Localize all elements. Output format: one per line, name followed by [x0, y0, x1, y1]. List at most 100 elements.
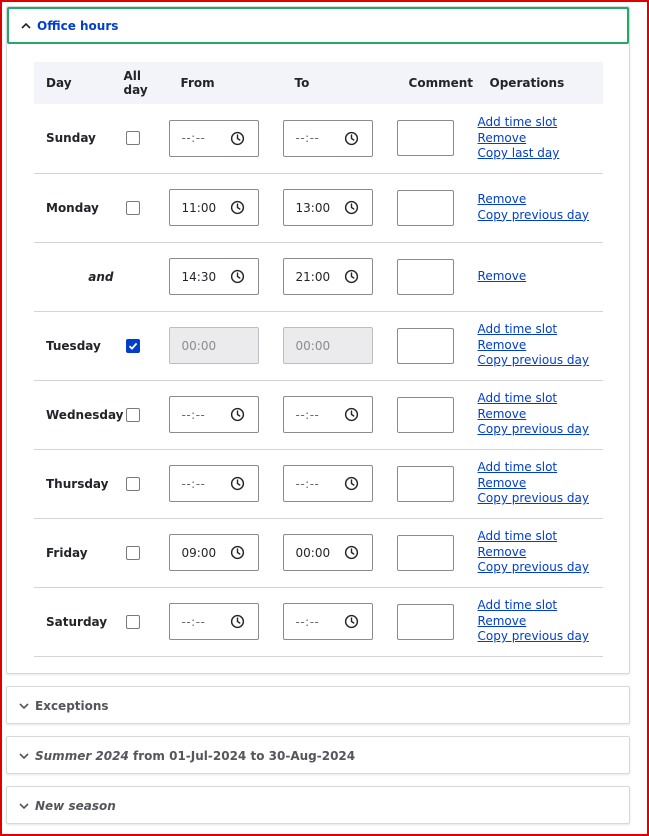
- all-day-checkbox[interactable]: [125, 614, 140, 629]
- clock-icon[interactable]: [344, 476, 359, 491]
- copy-previous-day-link[interactable]: Copy previous day: [478, 208, 603, 224]
- summer-season-end: 30-Aug-2024: [268, 749, 356, 763]
- comment-input[interactable]: [396, 603, 454, 640]
- operations: Add time slot Remove Copy previous day: [478, 529, 603, 576]
- remove-link[interactable]: Remove: [478, 476, 603, 492]
- add-time-slot-link[interactable]: Add time slot: [478, 529, 603, 545]
- clock-icon[interactable]: [344, 407, 359, 422]
- copy-previous-day-link[interactable]: Copy previous day: [478, 491, 603, 507]
- day-name: Wednesday: [46, 407, 124, 422]
- clock-icon[interactable]: [230, 614, 245, 629]
- comment-input[interactable]: [396, 120, 454, 157]
- new-season-title: New season: [35, 799, 116, 813]
- from-time-input[interactable]: --:--: [168, 119, 259, 157]
- summer-season-details: Summer 2024 from 01-Jul-2024 to 30-Aug-2…: [6, 736, 630, 774]
- remove-link[interactable]: Remove: [478, 614, 603, 630]
- clock-icon[interactable]: [230, 200, 245, 215]
- comment-input[interactable]: [396, 258, 454, 295]
- to-time-input[interactable]: --:--: [282, 465, 373, 502]
- operations: Add time slot Remove Copy previous day: [478, 391, 603, 438]
- clock-icon[interactable]: [230, 407, 245, 422]
- office-hours-details: Office hours Day All day From To Comment…: [6, 6, 630, 674]
- clock-icon[interactable]: [230, 476, 245, 491]
- operations: Add time slot Remove Copy previous day: [478, 460, 603, 507]
- chevron-up-icon: [20, 20, 32, 32]
- all-day-checkbox[interactable]: [125, 200, 140, 215]
- copy-previous-day-link[interactable]: Copy previous day: [478, 353, 603, 369]
- from-time-input[interactable]: --:--: [168, 396, 259, 433]
- clock-icon[interactable]: [344, 269, 359, 284]
- to-time-input[interactable]: --:--: [282, 396, 373, 433]
- chevron-down-icon: [18, 800, 30, 812]
- remove-link[interactable]: Remove: [478, 131, 603, 147]
- all-day-checkbox[interactable]: [125, 407, 140, 422]
- all-day-checkbox[interactable]: [125, 131, 140, 146]
- table-row: Saturday --:-- --:-- Add time slot Remove Cop…: [34, 587, 603, 656]
- remove-link[interactable]: Remove: [478, 545, 603, 561]
- add-time-slot-link[interactable]: Add time slot: [478, 460, 603, 476]
- remove-link[interactable]: Remove: [478, 192, 603, 208]
- copy-last-day-link[interactable]: Copy last day: [478, 146, 603, 162]
- to-time-value: 00:00: [295, 338, 331, 353]
- clock-icon[interactable]: [344, 200, 359, 215]
- all-day-cell: [124, 173, 169, 242]
- column-header-to: To: [294, 76, 310, 90]
- from-time-input[interactable]: --:--: [168, 465, 259, 502]
- comment-input[interactable]: [396, 465, 454, 502]
- operations: Add time slot Remove Copy last day: [478, 115, 603, 162]
- from-time-input[interactable]: 14:30: [168, 258, 259, 295]
- all-day-cell: [124, 311, 169, 380]
- checkmark-icon: [128, 341, 138, 351]
- summer-season-summary[interactable]: Summer 2024 from 01-Jul-2024 to 30-Aug-2…: [7, 737, 629, 775]
- chevron-down-icon: [18, 700, 30, 712]
- comment-input[interactable]: [396, 534, 454, 571]
- table-row: Wednesday --:-- --:-- Add time slot Remove Co…: [34, 380, 603, 449]
- clock-icon[interactable]: [230, 269, 245, 284]
- clock-icon[interactable]: [344, 614, 359, 629]
- from-time-input[interactable]: 09:00: [168, 534, 259, 571]
- day-name: Tuesday: [46, 338, 101, 353]
- remove-link[interactable]: Remove: [478, 338, 603, 354]
- column-header-comment: Comment: [408, 76, 473, 90]
- new-season-details: New season: [6, 786, 630, 824]
- all-day-checkbox[interactable]: [125, 545, 140, 560]
- operations: Add time slot Remove Copy previous day: [478, 322, 603, 369]
- to-time-input[interactable]: 00:00: [282, 534, 373, 571]
- table-row: Sunday --:-- --:-- Add time slot Remove Copy …: [34, 104, 603, 173]
- from-time-input[interactable]: 11:00: [168, 189, 259, 226]
- all-day-cell: [124, 380, 169, 449]
- new-season-summary[interactable]: New season: [7, 787, 629, 825]
- exceptions-summary[interactable]: Exceptions: [7, 687, 629, 725]
- all-day-checkbox[interactable]: [125, 338, 140, 353]
- to-time-input[interactable]: 21:00: [282, 258, 373, 295]
- comment-input[interactable]: [396, 396, 454, 433]
- remove-link[interactable]: Remove: [478, 269, 603, 285]
- day-name: Thursday: [46, 476, 109, 491]
- from-time-input[interactable]: --:--: [168, 603, 259, 640]
- all-day-checkbox[interactable]: [125, 476, 140, 491]
- to-time-value: --:--: [295, 131, 320, 146]
- to-time-input[interactable]: --:--: [282, 603, 373, 640]
- clock-icon[interactable]: [230, 545, 245, 560]
- comment-input[interactable]: [396, 189, 454, 226]
- add-time-slot-link[interactable]: Add time slot: [478, 391, 603, 407]
- exceptions-title: Exceptions: [35, 699, 109, 713]
- copy-previous-day-link[interactable]: Copy previous day: [478, 422, 603, 438]
- comment-input[interactable]: [396, 327, 454, 364]
- to-time-input[interactable]: 13:00: [282, 189, 373, 226]
- office-hours-summary[interactable]: Office hours: [7, 7, 629, 44]
- to-time-value: 13:00: [295, 200, 331, 215]
- copy-previous-day-link[interactable]: Copy previous day: [478, 629, 603, 645]
- copy-previous-day-link[interactable]: Copy previous day: [478, 560, 603, 576]
- all-day-cell: [124, 587, 169, 656]
- remove-link[interactable]: Remove: [478, 407, 603, 423]
- clock-icon[interactable]: [344, 545, 359, 560]
- add-time-slot-link[interactable]: Add time slot: [478, 115, 603, 131]
- from-time-value: --:--: [181, 476, 206, 491]
- clock-icon[interactable]: [230, 131, 245, 146]
- to-time-input[interactable]: --:--: [282, 119, 373, 157]
- add-time-slot-link[interactable]: Add time slot: [478, 598, 603, 614]
- clock-icon[interactable]: [344, 131, 359, 146]
- add-time-slot-link[interactable]: Add time slot: [478, 322, 603, 338]
- column-header-all-day-label: All day: [123, 69, 148, 97]
